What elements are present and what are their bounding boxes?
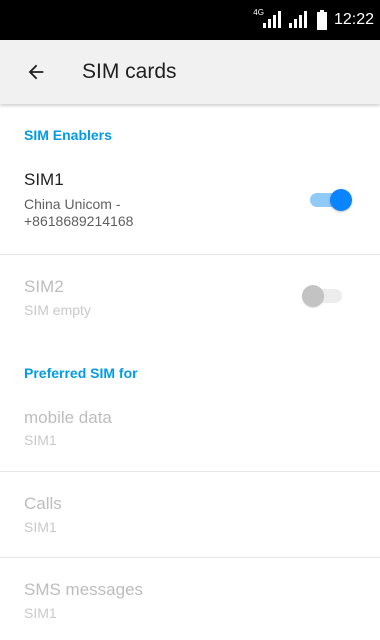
sim2-toggle — [302, 284, 346, 308]
pref-sms-summary: SIM1 — [24, 605, 57, 621]
preferred-sim-header: Preferred SIM for — [24, 365, 138, 381]
sim1-summary: China Unicom - +8618689214168 — [24, 196, 134, 229]
pref-sms-row: SMS messages SIM1 — [0, 558, 380, 640]
sim1-row[interactable]: SIM1 China Unicom - +8618689214168 — [0, 160, 380, 254]
status-bar: 4G 12:22 — [0, 0, 380, 40]
battery-icon — [316, 10, 327, 30]
pref-calls-row: Calls SIM1 — [0, 472, 380, 557]
sim2-toggle-thumb — [302, 285, 324, 307]
sim1-title: SIM1 — [24, 170, 64, 189]
sim-enablers-header: SIM Enablers — [24, 127, 112, 143]
page-title: SIM cards — [82, 60, 177, 83]
arrow-back-icon — [28, 64, 44, 80]
clock: 12:22 — [333, 11, 374, 28]
pref-mobile-data-row: mobile data SIM1 — [0, 396, 380, 471]
sim2-summary: SIM empty — [24, 302, 91, 318]
sim2-title: SIM2 — [24, 277, 64, 296]
app-bar: SIM cards — [0, 40, 380, 104]
sim1-toggle[interactable] — [308, 188, 352, 212]
pref-mobile-data-summary: SIM1 — [24, 432, 57, 448]
pref-mobile-data-title: mobile data — [24, 408, 112, 427]
pref-sms-title: SMS messages — [24, 580, 144, 599]
sim1-toggle-thumb — [330, 189, 352, 211]
sim2-signal-icon — [288, 11, 307, 28]
sim2-row: SIM2 SIM empty — [0, 255, 380, 335]
back-button[interactable] — [8, 44, 64, 100]
pref-calls-title: Calls — [24, 494, 62, 513]
network-type-label: 4G — [253, 7, 264, 17]
sim1-signal-icon — [262, 11, 281, 28]
pref-calls-summary: SIM1 — [24, 519, 57, 535]
